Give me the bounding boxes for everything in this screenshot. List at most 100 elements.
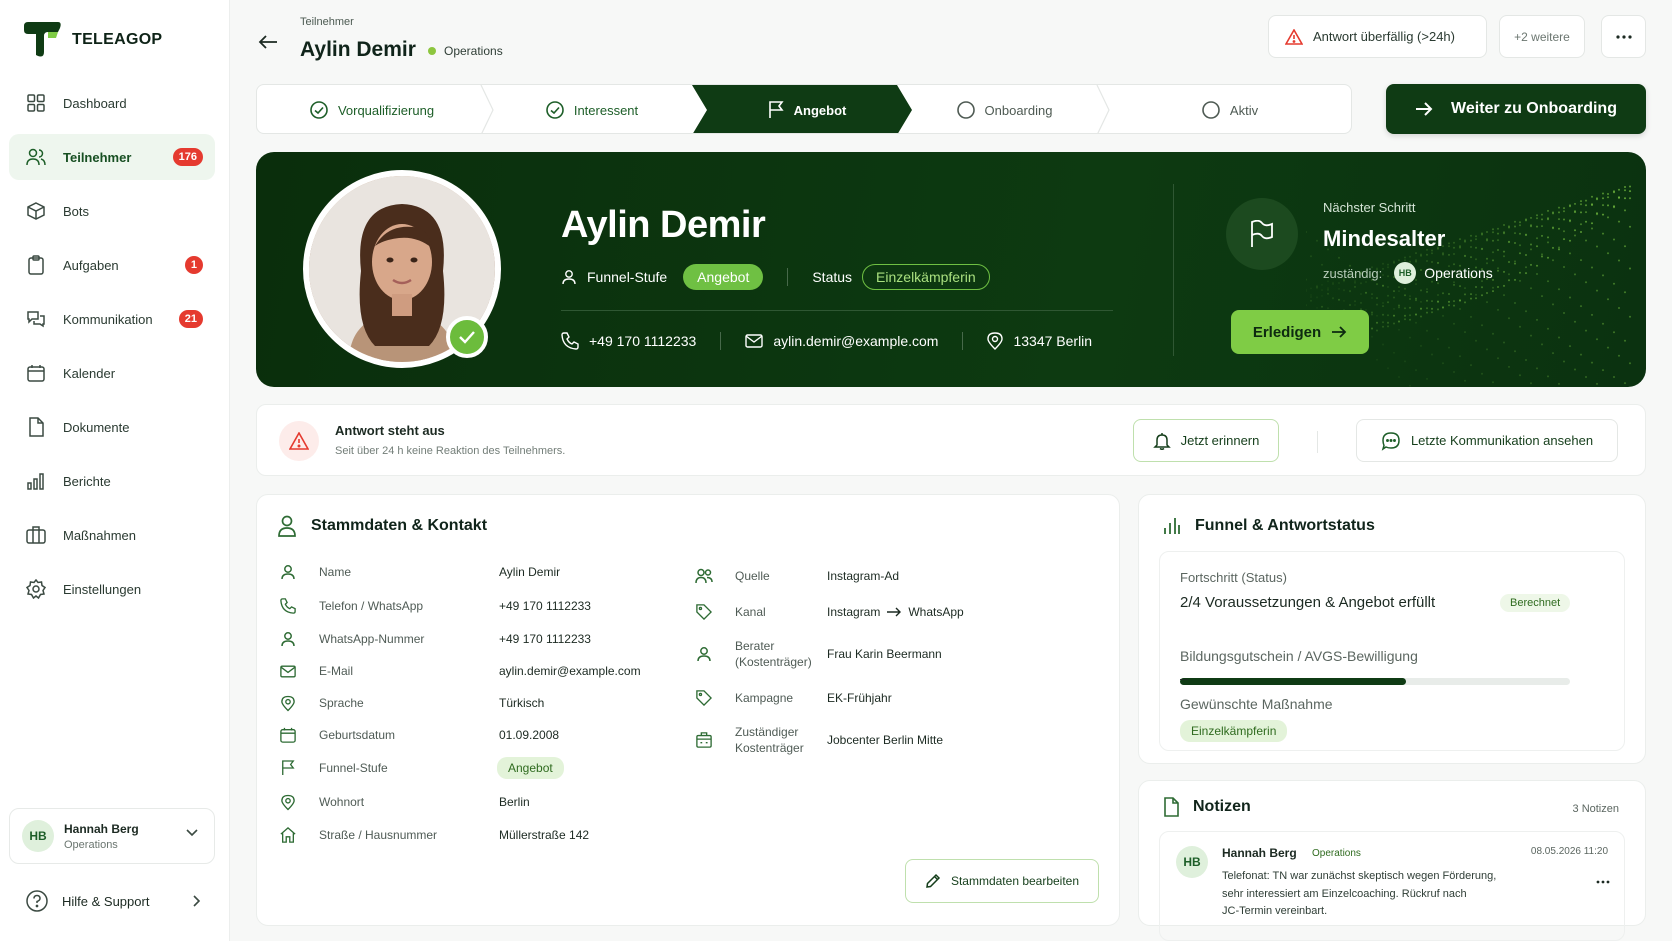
sidebar-item-label: Kommunikation xyxy=(63,311,153,327)
pattern-dot xyxy=(1404,318,1406,321)
avatar: HB xyxy=(1176,846,1208,878)
pattern-dot xyxy=(1580,305,1582,308)
sidebar-item-dokumente[interactable]: Dokumente xyxy=(9,404,215,450)
complete-step-button[interactable]: Erledigen xyxy=(1231,310,1369,354)
sidebar-item-dashboard[interactable]: Dashboard xyxy=(9,80,215,126)
sidebar-item-label: Einstellungen xyxy=(63,581,142,597)
remind-button[interactable]: Jetzt erinnern xyxy=(1133,419,1279,462)
notes-panel: Notizen 3 Notizen HB Hannah Berg Operati… xyxy=(1138,780,1646,941)
warning-icon xyxy=(279,421,319,461)
view-communication-button[interactable]: Letzte Kommunikation ansehen xyxy=(1356,419,1618,462)
sidebar-item-label: Berichte xyxy=(63,473,111,489)
pattern-dot xyxy=(1437,294,1439,296)
verified-check-icon xyxy=(446,316,488,358)
help-support-link[interactable]: Hilfe & Support xyxy=(26,890,201,912)
phone-link[interactable]: +49 170 1112233 xyxy=(589,333,696,349)
field-label: Kampagne xyxy=(735,690,794,705)
pattern-dot xyxy=(1398,328,1400,331)
pattern-dot xyxy=(1624,186,1626,188)
step-interessent[interactable]: Interessent xyxy=(487,85,697,133)
pattern-dot xyxy=(1552,352,1554,355)
pattern-dot xyxy=(1558,206,1560,209)
step-vorqualifizierung[interactable]: Vorqualifizierung xyxy=(257,85,487,133)
field-value: Müllerstraße 142 xyxy=(499,828,590,842)
next-stage-label: Weiter zu Onboarding xyxy=(1451,100,1617,117)
pattern-dot xyxy=(1481,372,1483,375)
overdue-alert-chip[interactable]: Antwort überfällig (>24h) xyxy=(1268,15,1487,58)
sidebar-item-bots[interactable]: Bots xyxy=(9,188,215,234)
pattern-dot xyxy=(1310,299,1312,302)
more-alerts-chip[interactable]: +2 weitere xyxy=(1499,15,1585,58)
chat-icon xyxy=(25,308,47,330)
pattern-dot xyxy=(1508,317,1510,320)
divider xyxy=(962,332,964,350)
sidebar-item-teilnehmer[interactable]: Teilnehmer 176 xyxy=(9,134,215,180)
step-onboarding[interactable]: Onboarding xyxy=(907,85,1102,133)
field-row-quelle: Quelle Instagram-Ad xyxy=(693,559,1093,593)
step-angebot[interactable]: Angebot xyxy=(707,85,907,133)
edit-master-data-button[interactable]: Stammdaten bearbeiten xyxy=(905,859,1099,903)
pattern-dot xyxy=(1387,294,1389,297)
sidebar-item-massnahmen[interactable]: Maßnahmen xyxy=(9,512,215,558)
pattern-dot xyxy=(1431,252,1433,255)
pattern-dot xyxy=(1404,259,1406,262)
pattern-dot xyxy=(1464,239,1466,242)
pattern-dot xyxy=(1481,324,1483,327)
field-label: WhatsApp-Nummer xyxy=(319,631,425,646)
pattern-dot xyxy=(1470,246,1472,248)
pattern-dot xyxy=(1629,197,1631,200)
field-row-wohnort: Wohnort Berlin xyxy=(277,789,677,815)
pattern-dot xyxy=(1624,209,1626,212)
sidebar-item-berichte[interactable]: Berichte xyxy=(9,458,215,504)
alert-subtitle: Seit über 24 h keine Reaktion des Teilne… xyxy=(335,445,566,457)
pattern-dot xyxy=(1629,267,1631,270)
sidebar-item-label: Kalender xyxy=(63,365,116,381)
sidebar-item-kommunikation[interactable]: Kommunikation 21 xyxy=(9,296,215,342)
flag-icon xyxy=(1226,198,1298,270)
pattern-dot xyxy=(1448,346,1450,349)
pattern-dot xyxy=(1404,294,1406,297)
pattern-dot xyxy=(1574,368,1576,371)
pattern-dot xyxy=(1393,351,1395,354)
pattern-dot xyxy=(1316,239,1318,242)
pattern-dot xyxy=(1470,256,1472,259)
field-value[interactable]: aylin.demir@example.com xyxy=(499,664,641,678)
field-value[interactable]: +49 170 1112233 xyxy=(499,599,591,613)
pattern-dot xyxy=(1475,235,1477,238)
bell-icon xyxy=(1152,432,1171,450)
user-switcher[interactable]: HB Hannah Berg Operations xyxy=(9,808,215,864)
sidebar-item-einstellungen[interactable]: Einstellungen xyxy=(9,566,215,612)
pattern-dot xyxy=(1569,296,1571,299)
note-item[interactable]: HB Hannah Berg Operations 08.05.2026 11:… xyxy=(1159,831,1625,941)
status-label: Status xyxy=(812,269,853,285)
help-label: Hilfe & Support xyxy=(62,893,150,909)
pattern-dot xyxy=(1349,289,1351,292)
field-value[interactable]: +49 170 1112233 xyxy=(499,632,591,646)
field-label: E-Mail xyxy=(319,663,354,678)
next-stage-button[interactable]: Weiter zu Onboarding xyxy=(1386,84,1646,134)
users-icon xyxy=(25,146,47,168)
step-aktiv[interactable]: Aktiv xyxy=(1107,85,1351,133)
pattern-dot xyxy=(1580,211,1582,214)
pattern-dot xyxy=(1453,322,1455,325)
responsible-label: zuständig: xyxy=(1323,265,1383,281)
email-link[interactable]: aylin.demir@example.com xyxy=(773,333,938,349)
pattern-dot xyxy=(1585,220,1587,223)
breadcrumb[interactable]: Teilnehmer xyxy=(300,16,354,28)
pattern-dot xyxy=(1327,307,1329,310)
pattern-dot xyxy=(1459,245,1461,248)
brand-logo[interactable]: TELEAGOP xyxy=(22,22,162,58)
pattern-dot xyxy=(1475,297,1477,300)
sidebar-item-kalender[interactable]: Kalender xyxy=(9,350,215,396)
pattern-dot xyxy=(1321,289,1323,292)
pattern-dot xyxy=(1306,288,1307,291)
field-row-kanal: Kanal Instagram WhatsApp xyxy=(693,595,1093,629)
field-label: Telefon / WhatsApp xyxy=(319,598,424,613)
note-options-button[interactable] xyxy=(1596,880,1610,884)
alert-chip-label: Antwort überfällig (>24h) xyxy=(1313,29,1455,44)
more-options-button[interactable] xyxy=(1601,15,1646,58)
pattern-dot xyxy=(1541,234,1543,237)
sidebar-item-aufgaben[interactable]: Aufgaben 1 xyxy=(9,242,215,288)
back-arrow-icon[interactable] xyxy=(258,34,278,50)
field-label: Wohnort xyxy=(319,794,365,809)
